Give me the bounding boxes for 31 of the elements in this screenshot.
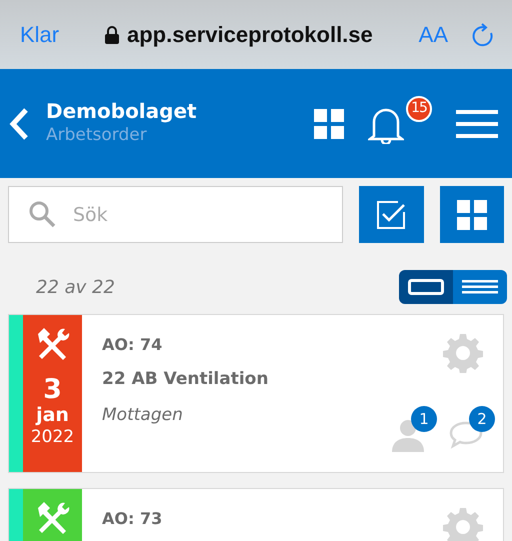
date-day: 3 [43,375,62,405]
grid-icon [456,200,487,230]
card-view-icon [408,279,444,295]
search-icon [28,200,56,228]
reload-icon[interactable] [472,22,494,46]
view-toggle[interactable] [453,270,507,304]
menu-icon[interactable] [456,108,498,138]
order-card[interactable]: AO: 73 [8,488,504,541]
notification-badge: 15 [406,96,432,122]
page-title: Demobolaget [46,98,198,123]
back-icon[interactable] [8,106,30,140]
comment-count-badge: 2 [469,406,495,432]
search-field[interactable]: Sök [8,186,343,243]
date-month: jan [36,404,69,426]
lock-icon [105,26,119,44]
order-title: 22 AB Ventilation [102,368,270,391]
date-year: 2022 [30,426,74,448]
view-toggle[interactable] [399,270,453,304]
contact-count-badge: 1 [411,406,437,432]
order-number: AO: 73 [102,508,164,530]
order-number: AO: 74 [102,334,164,356]
grid-button[interactable] [440,186,504,243]
url-text[interactable]: app.serviceprotokoll.se [127,18,373,51]
list-view-icon [462,280,498,294]
page-subtitle: Arbetsorder [46,124,148,147]
order-status: Mottagen [102,404,184,426]
order-card[interactable]: 3 jan 2022 AO: 74 22 AB Ventilation Mottagen 1 2 [8,314,504,473]
result-count: 22 av 22 [36,276,115,300]
dashboard-icon[interactable] [314,108,344,138]
checkbox-icon [376,200,406,230]
select-button[interactable] [359,186,424,243]
